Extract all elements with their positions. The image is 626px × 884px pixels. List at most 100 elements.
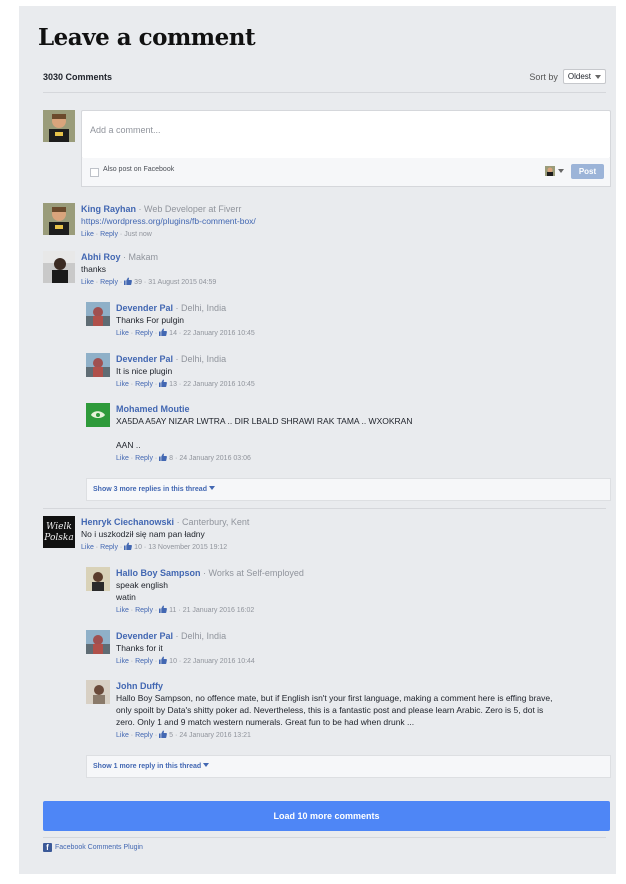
persona-avatar-icon [545, 166, 555, 176]
comment-timestamp[interactable]: 22 January 2016 10:45 [183, 330, 255, 337]
avatar[interactable] [43, 251, 75, 283]
comment: Abhi Roy · Makam thanks Like · Reply · 3… [81, 252, 217, 286]
sort-select[interactable]: Oldest [562, 69, 606, 84]
comment-text: Thanks For pulgin [116, 315, 185, 325]
reply: Hallo Boy Sampson · Works at Self-employ… [116, 568, 304, 614]
like-count: 39 [134, 279, 142, 286]
like-link[interactable]: Like [116, 455, 129, 462]
like-count: 10 [134, 544, 142, 551]
comment-text-line: zero. Only 1 and 9 match western numeral… [116, 717, 415, 727]
comment-text-line: XA5DA A5AY NIZAR LWTRA .. DIR LBALD SHRA… [116, 416, 413, 426]
load-more-button[interactable]: Load 10 more comments [43, 801, 610, 831]
like-link[interactable]: Like [81, 279, 94, 286]
avatar[interactable] [86, 302, 110, 326]
sort-value: Oldest [567, 72, 591, 81]
reply: John Duffy Hallo Boy Sampson, no offence… [116, 681, 553, 739]
comment-text-line [116, 427, 412, 439]
reply: Devender Pal · Delhi, India It is nice p… [116, 354, 255, 388]
like-link[interactable]: Like [81, 544, 94, 551]
comment-timestamp[interactable]: 21 January 2016 16:02 [183, 607, 255, 614]
reply-link[interactable]: Reply [135, 732, 153, 739]
comment-author-role: · Works at Self-employed [203, 568, 304, 578]
show-more-replies[interactable]: Show 3 more replies in this thread [86, 478, 611, 501]
show-more-replies-label: Show 1 more reply in this thread [93, 763, 202, 770]
comment-author-role: · Delhi, India [175, 303, 227, 313]
reply-link[interactable]: Reply [135, 455, 153, 462]
avatar[interactable] [86, 630, 110, 654]
comment-timestamp[interactable]: 24 January 2016 13:21 [179, 732, 251, 739]
avatar[interactable] [86, 353, 110, 377]
comment-timestamp[interactable]: 22 January 2016 10:44 [183, 658, 255, 665]
comment-timestamp[interactable]: 13 November 2015 19:12 [148, 544, 227, 551]
post-button[interactable]: Post [571, 164, 604, 179]
reply-link[interactable]: Reply [135, 658, 153, 665]
comments-panel: Leave a comment 3030 Comments Sort by Ol… [19, 6, 616, 874]
show-more-replies-label: Show 3 more replies in this thread [93, 486, 207, 493]
like-link[interactable]: Like [116, 381, 129, 388]
comment-timestamp[interactable]: Just now [124, 231, 152, 238]
comment-text-line: speak english [116, 580, 168, 590]
comment-author[interactable]: Devender Pal [116, 303, 173, 313]
comment-author-role: · Delhi, India [175, 631, 227, 641]
like-count: 11 [169, 607, 177, 614]
footer[interactable]: f Facebook Comments Plugin [43, 843, 143, 852]
reply-link[interactable]: Reply [135, 330, 153, 337]
like-count: 5 [169, 732, 174, 739]
current-user-avatar [43, 110, 75, 142]
comment-timestamp[interactable]: 24 January 2016 03:06 [179, 455, 251, 462]
like-count: 14 [169, 330, 177, 337]
avatar[interactable] [43, 203, 75, 235]
reply-link[interactable]: Reply [100, 231, 118, 238]
comment-author[interactable]: King Rayhan [81, 204, 136, 214]
comment-author[interactable]: Hallo Boy Sampson [116, 568, 201, 578]
avatar[interactable] [86, 403, 110, 427]
also-post-checkbox[interactable] [90, 168, 99, 177]
sort-control: Sort by Oldest [529, 69, 606, 84]
comment-placeholder: Add a comment... [90, 125, 161, 135]
comment-text: No i uszkodził się nam pan ładny [81, 529, 205, 539]
chevron-down-icon [208, 486, 215, 490]
like-link[interactable]: Like [116, 607, 129, 614]
reply: Devender Pal · Delhi, India Thanks for i… [116, 631, 255, 665]
comment-text: thanks [81, 264, 107, 274]
comment-author[interactable]: Henryk Ciechanowski [81, 517, 174, 527]
reply-link[interactable]: Reply [100, 279, 118, 286]
like-link[interactable]: Like [116, 732, 129, 739]
divider [43, 92, 606, 93]
comment-author[interactable]: Devender Pal [116, 354, 173, 364]
comment-author[interactable]: Devender Pal [116, 631, 173, 641]
chevron-down-icon [558, 169, 564, 173]
avatar[interactable] [86, 680, 110, 704]
comment-input[interactable]: Add a comment... [81, 110, 611, 159]
avatar-text: Wielk [46, 522, 72, 532]
comment-timestamp[interactable]: 22 January 2016 10:45 [183, 381, 255, 388]
reply-link[interactable]: Reply [135, 607, 153, 614]
persona-selector[interactable] [545, 166, 564, 176]
thumbs-up-icon [159, 656, 168, 664]
comment-author[interactable]: Abhi Roy [81, 252, 121, 262]
comment-author-role: · Canterbury, Kent [176, 517, 250, 527]
reply-link[interactable]: Reply [135, 381, 153, 388]
thumbs-up-icon [159, 453, 168, 461]
comment-author[interactable]: Mohamed Moutie [116, 404, 190, 414]
thumbs-up-icon [159, 730, 168, 738]
comment-link[interactable]: https://wordpress.org/plugins/fb-comment… [81, 215, 256, 227]
avatar[interactable] [86, 567, 110, 591]
avatar-text: Polska [43, 533, 73, 543]
comment-author-role: · Makam [123, 252, 159, 262]
like-link[interactable]: Like [116, 658, 129, 665]
facebook-icon: f [43, 843, 52, 852]
reply-link[interactable]: Reply [100, 544, 118, 551]
show-more-replies[interactable]: Show 1 more reply in this thread [86, 755, 611, 778]
like-link[interactable]: Like [116, 330, 129, 337]
comment-author[interactable]: John Duffy [116, 681, 163, 691]
comment-timestamp[interactable]: 31 August 2015 04:59 [148, 279, 216, 286]
chevron-down-icon [203, 763, 210, 767]
comment-text: Thanks for it [116, 643, 163, 653]
reply: Mohamed Moutie XA5DA A5AY NIZAR LWTRA ..… [116, 404, 413, 462]
divider [43, 508, 606, 509]
sort-label: Sort by [529, 71, 558, 82]
avatar[interactable]: Wielk Polska [43, 516, 75, 548]
thumbs-up-icon [159, 379, 168, 387]
like-link[interactable]: Like [81, 231, 94, 238]
